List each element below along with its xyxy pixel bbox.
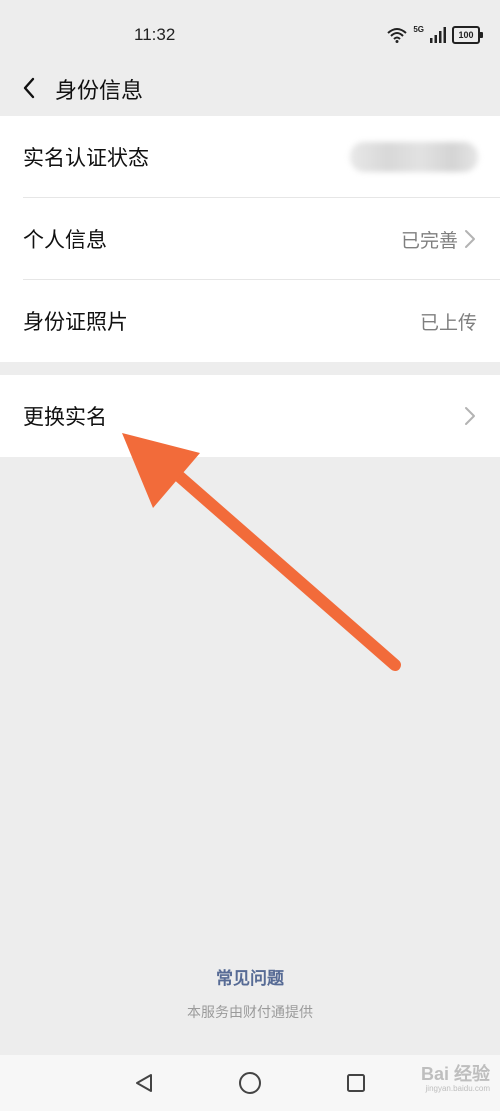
page-title: 身份信息 <box>55 79 144 104</box>
row-realname-status[interactable]: 实名认证状态 <box>0 116 500 198</box>
faq-link[interactable]: 常见问题 <box>0 964 500 989</box>
circle-home-icon <box>239 1072 261 1094</box>
chevron-right-icon <box>465 230 475 248</box>
watermark: Bai 经验 jingyan.baidu.com <box>421 1060 490 1093</box>
row-label: 身份证照片 <box>23 310 128 334</box>
row-value: 已上传 <box>419 311 477 334</box>
row-id-photo[interactable]: 身份证照片 已上传 <box>0 280 500 362</box>
system-recents-button[interactable] <box>342 1069 370 1097</box>
system-home-button[interactable] <box>236 1069 264 1097</box>
identity-list: 实名认证状态 个人信息 已完善 身份证照片 已上传 <box>0 116 500 362</box>
system-back-button[interactable] <box>130 1069 158 1097</box>
chevron-left-icon <box>23 77 35 99</box>
identity-info-screen: 11:32 5G 100 身份信息 实名认证状态 个人信息 已完善 身份证照片 … <box>0 0 500 1111</box>
nav-bar: 身份信息 <box>0 60 500 116</box>
status-icons: 5G 100 <box>387 22 483 48</box>
square-recents-icon <box>347 1074 365 1092</box>
blurred-status-value <box>350 142 478 172</box>
back-button[interactable] <box>14 70 44 106</box>
signal-icon <box>430 27 446 43</box>
battery-icon: 100 <box>452 26 483 44</box>
row-change-realname[interactable]: 更换实名 <box>0 375 500 457</box>
triangle-back-icon <box>136 1074 152 1092</box>
watermark-subtext: jingyan.baidu.com <box>425 1084 490 1093</box>
row-label: 实名认证状态 <box>23 146 149 170</box>
row-value: 已完善 <box>400 229 458 252</box>
row-label: 个人信息 <box>23 228 107 252</box>
chevron-right-icon <box>465 407 475 425</box>
row-personal-info[interactable]: 个人信息 已完善 <box>0 198 500 280</box>
change-realname-list: 更换实名 <box>0 375 500 457</box>
row-label: 更换实名 <box>23 405 107 429</box>
status-time: 11:32 <box>134 25 176 44</box>
provider-text: 本服务由财付通提供 <box>187 1005 313 1021</box>
network-type-label: 5G <box>413 24 424 34</box>
watermark-text: Bai 经验 <box>420 1064 490 1084</box>
wifi-icon <box>387 28 407 43</box>
